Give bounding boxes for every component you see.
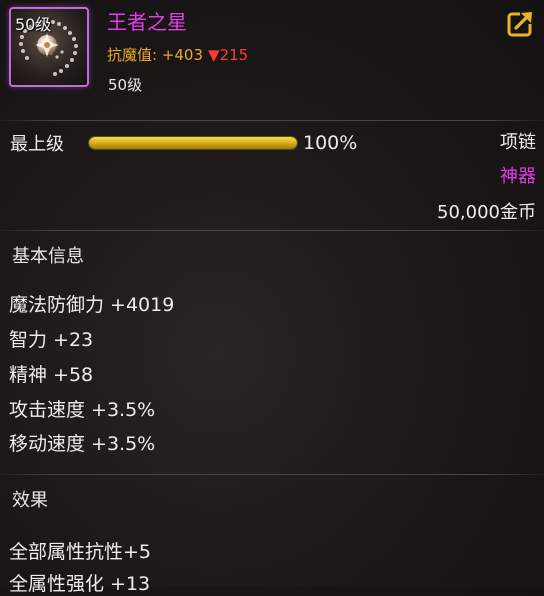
effect-line: 全部属性抗性+5 [9,541,152,563]
share-icon[interactable] [506,8,536,38]
required-level: 50级 [108,76,143,94]
resist-text: 抗魔值: +403 [107,46,204,64]
grade-progress-fill [89,137,297,149]
effects-title: 效果 [12,490,48,511]
resist-value: 抗魔值: +403 ▼215 [107,44,248,65]
divider [0,230,544,231]
item-rarity: 神器 [500,166,536,187]
stat-line: 智力 +23 [9,329,94,351]
stat-line: 精神 +58 [9,364,94,386]
stat-line: 攻击速度 +3.5% [9,399,156,421]
stat-line: 魔法防御力 +4019 [9,294,175,316]
basic-info-title: 基本信息 [12,246,84,267]
grade-label: 最上级 [10,134,64,155]
divider [0,474,544,475]
item-tooltip-panel: 50级 王者之星 抗魔值: +403 ▼215 50级 最上级 100% 项链 … [0,0,544,595]
stat-line: 移动速度 +3.5% [9,433,156,455]
item-type: 项链 [500,132,536,153]
grade-progress-bar [88,136,298,150]
item-icon-frame[interactable]: 50级 [9,7,89,87]
item-price: 50,000金币 [437,202,536,223]
icon-level-label: 50级 [15,15,52,34]
divider [0,120,544,121]
item-name: 王者之星 [107,10,187,34]
grade-progress-text: 100% [303,132,358,154]
resist-decrease: ▼215 [208,46,249,64]
effect-line: 全属性强化 +13 [9,573,151,595]
